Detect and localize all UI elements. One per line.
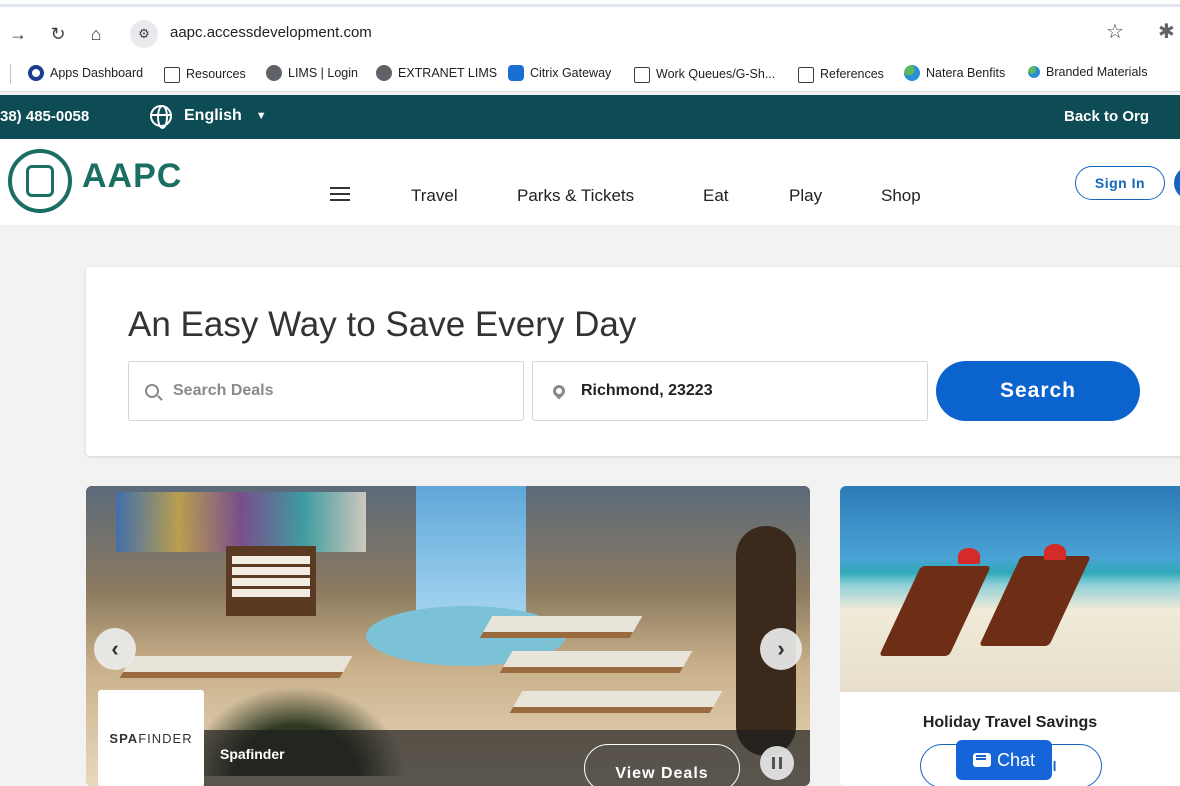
sign-in-button[interactable]: Sign In [1075,166,1165,200]
nav-eat[interactable]: Eat [703,186,729,206]
beach-chair [879,566,991,656]
brand-logo-text: SPAFINDER [109,730,193,746]
location-pin-icon [550,382,568,400]
carousel-title: Spafinder [220,746,285,762]
bookmark-apps-dashboard[interactable]: Apps Dashboard [28,65,143,81]
location-field[interactable]: Richmond, 23223 [532,361,928,421]
search-button[interactable]: Search [936,361,1140,421]
spafinder-logo[interactable]: SPAFINDER [98,690,204,786]
spa-waterfall [416,486,526,626]
globe-icon [376,65,392,81]
bookmark-natera-benefits[interactable]: Natera Benfits [904,65,1005,81]
location-value[interactable]: Richmond, 23223 [581,382,713,400]
bookmark-star-icon[interactable]: ☆ [1106,19,1124,44]
bookmarks-bar: Apps Dashboard Resources LIMS | Login EX… [0,56,1180,92]
beach-photo [840,486,1180,692]
home-icon[interactable]: ⌂ [82,20,110,48]
carousel-next-button[interactable]: › [760,628,802,670]
folder-icon [634,67,650,83]
folder-icon [798,67,814,83]
lounger [119,656,353,678]
bookmark-references[interactable]: References [798,65,884,83]
holiday-title: Holiday Travel Savings [922,714,1098,731]
bookmark-label: Apps Dashboard [50,66,144,80]
spa-mosaic [116,492,366,552]
bookmark-divider [10,64,11,84]
bookmark-work-queues[interactable]: Work Queues/G-Sh... [634,65,775,83]
reload-icon[interactable]: ↻ [44,20,72,48]
globe-icon [150,105,172,129]
phone-number[interactable]: 38) 485-0058 [0,108,89,125]
nav-travel[interactable]: Travel [411,186,458,206]
ring-icon [28,65,44,81]
clover-icon [1028,66,1040,78]
bookmark-label: Resources [186,67,246,81]
nav-parks-tickets[interactable]: Parks & Tickets [517,186,634,206]
logo-text[interactable]: AAPC [82,157,182,196]
bookmark-label: Natera Benfits [926,66,1006,80]
lock-icon [508,65,524,81]
language-selector[interactable]: English ▼ [150,105,267,129]
forward-icon[interactable]: → [4,20,32,48]
bookmark-label: Citrix Gateway [530,66,612,80]
site-header: AAPC Travel Parks & Tickets Eat Play Sho… [0,139,1180,225]
bookmark-citrix-gateway[interactable]: Citrix Gateway [508,65,611,81]
bookmark-lims-login[interactable]: LIMS | Login [266,65,358,81]
url-text[interactable]: aapc.accessdevelopment.com [170,24,372,41]
featured-carousel[interactable]: ‹ › SPAFINDER Spafinder View Deals [86,486,810,786]
bookmark-label: Branded Materials [1046,65,1148,79]
carousel-prev-button[interactable]: ‹ [94,628,136,670]
search-field[interactable] [128,361,524,421]
towel-rack [226,546,316,616]
browser-toolbar: → ↻ ⌂ ⚙ aapc.accessdevelopment.com ☆ ✱ [0,0,1180,64]
back-to-org-link[interactable]: Back to Org [1064,108,1149,125]
chat-button[interactable]: Chat [956,740,1052,780]
bookmark-label: EXTRANET LIMS [398,66,498,80]
lounger [499,651,693,673]
search-icon [145,384,159,398]
extension-icon[interactable]: ✱ [1158,19,1175,44]
bookmark-label: References [820,67,884,81]
page-title: An Easy Way to Save Every Day [128,305,637,344]
tab-strip-edge [0,4,1180,7]
santa-hat [958,548,980,564]
carousel-caption: Spafinder View Deals [204,730,810,786]
chat-label: Chat [996,749,1036,770]
chat-icon [972,753,991,767]
lounger [509,691,723,713]
view-deals-button[interactable]: View Deals [584,744,740,786]
caret-down-icon: ▼ [255,110,267,122]
clover-icon [904,65,920,81]
site-info-icon[interactable]: ⚙ [130,20,158,48]
globe-icon [266,65,282,81]
language-label: English [184,107,242,124]
utility-bar: 38) 485-0058 English ▼ Back to Org [0,95,1180,139]
join-button[interactable] [1174,166,1180,200]
santa-hat [1044,544,1066,560]
bookmark-label: LIMS | Login [288,66,358,80]
search-input[interactable] [173,382,493,400]
bookmark-branded-materials[interactable]: Branded Materials [1028,65,1147,79]
folder-icon [164,67,180,83]
logo-frame [26,165,54,197]
menu-icon[interactable] [330,187,350,201]
beach-chair [979,556,1091,646]
bookmark-extranet-lims[interactable]: EXTRANET LIMS [376,65,497,81]
nav-play[interactable]: Play [789,186,822,206]
lounger [479,616,643,638]
nav-shop[interactable]: Shop [881,186,921,206]
bookmark-label: Work Queues/G-Sh... [656,67,776,81]
bookmark-resources[interactable]: Resources [164,65,246,83]
aapc-logo-icon[interactable] [8,149,72,213]
